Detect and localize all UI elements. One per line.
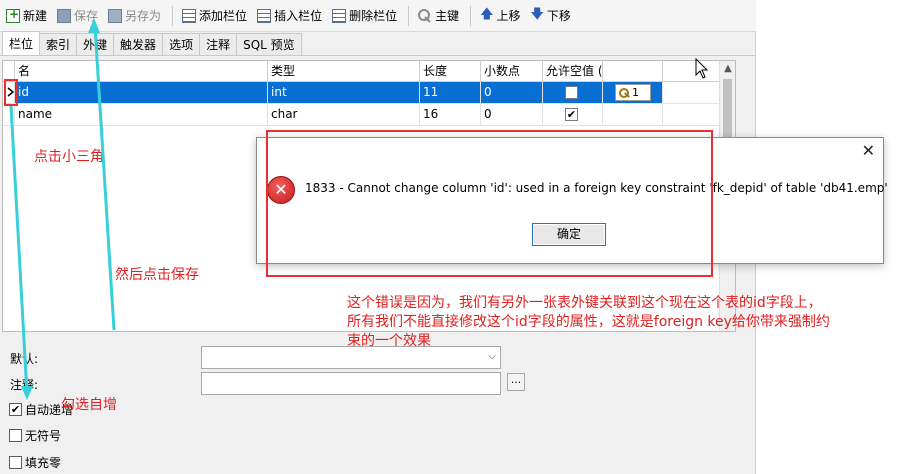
header-decimals[interactable]: 小数点 bbox=[481, 61, 543, 81]
save-button[interactable]: 保存 bbox=[53, 4, 102, 28]
toolbar-separator bbox=[470, 5, 472, 26]
move-down-button[interactable]: 🡇 下移 bbox=[527, 4, 575, 28]
comment-browse-button[interactable]: ... bbox=[507, 373, 525, 391]
annotation-explanation: 这个错误是因为，我们有另外一张表外键关联到这个现在这个表的id字段上， 所有我们… bbox=[347, 294, 905, 351]
cell-decimals[interactable]: 0 bbox=[481, 82, 543, 103]
tab-foreign-keys[interactable]: 外键 bbox=[76, 33, 115, 55]
tab-bar: 栏位 索引 外键 触发器 选项 注释 SQL 预览 bbox=[0, 31, 756, 56]
unsigned-label: 无符号 bbox=[25, 429, 62, 443]
tab-indexes[interactable]: 索引 bbox=[39, 33, 78, 55]
save-label: 保存 bbox=[74, 9, 99, 23]
primary-key-label: 主键 bbox=[435, 9, 460, 23]
allow-null-checkbox[interactable] bbox=[565, 86, 578, 99]
cell-name[interactable]: name bbox=[15, 104, 268, 125]
cell-type[interactable]: int bbox=[268, 82, 420, 103]
tab-comment[interactable]: 注释 bbox=[199, 33, 238, 55]
delete-field-button[interactable]: 删除栏位 bbox=[328, 4, 401, 28]
auto-increment-checkbox[interactable]: ✔ bbox=[9, 403, 22, 416]
cell-type[interactable]: char bbox=[268, 104, 420, 125]
annotation-note-line: 束的一个效果 bbox=[347, 333, 431, 349]
primary-key-button[interactable]: 主键 bbox=[414, 4, 463, 28]
save-as-button[interactable]: 另存为 bbox=[104, 4, 165, 28]
chevron-down-icon: ⌵ bbox=[488, 351, 496, 362]
arrow-down-icon: 🡇 bbox=[530, 6, 544, 22]
zerofill-checkbox[interactable] bbox=[9, 456, 22, 469]
header-indicator bbox=[3, 61, 15, 81]
header-name[interactable]: 名 bbox=[15, 61, 268, 81]
arrow-up-icon: 🡅 bbox=[480, 6, 494, 22]
header-type[interactable]: 类型 bbox=[268, 61, 420, 81]
move-up-button[interactable]: 🡅 上移 bbox=[476, 4, 524, 28]
insert-field-button[interactable]: 插入栏位 bbox=[253, 4, 326, 28]
cell-length[interactable]: 16 bbox=[420, 104, 481, 125]
primary-key-cell[interactable]: 1 bbox=[615, 84, 651, 101]
annotation-box-dialog bbox=[266, 130, 713, 277]
zerofill-option[interactable]: 填充零 bbox=[9, 454, 61, 471]
header-length[interactable]: 长度 bbox=[420, 61, 481, 81]
mouse-cursor-icon bbox=[695, 58, 709, 79]
toolbar-separator bbox=[408, 5, 410, 26]
header-allow-null[interactable]: 允许空值 ( bbox=[543, 61, 603, 81]
cell-allow-null[interactable]: ✔ bbox=[543, 104, 603, 125]
annotation-note-line: 这个错误是因为，我们有另外一张表外键关联到这个现在这个表的id字段上， bbox=[347, 295, 822, 311]
move-up-label: 上移 bbox=[496, 9, 521, 23]
delete-field-icon bbox=[332, 8, 347, 23]
cell-allow-null[interactable] bbox=[543, 82, 603, 103]
add-field-icon bbox=[182, 8, 197, 23]
cell-name[interactable]: id bbox=[15, 82, 268, 103]
delete-field-label: 删除栏位 bbox=[349, 9, 398, 23]
save-as-icon bbox=[108, 8, 123, 23]
tab-options[interactable]: 选项 bbox=[162, 33, 201, 55]
zerofill-label: 填充零 bbox=[25, 456, 62, 470]
toolbar: 新建 保存 另存为 添加栏位 插入栏位 删除栏位 主键 🡅 bbox=[0, 0, 756, 32]
add-field-label: 添加栏位 bbox=[199, 9, 248, 23]
comment-field[interactable] bbox=[201, 372, 501, 395]
new-button[interactable]: 新建 bbox=[2, 4, 51, 28]
default-label: 默认: bbox=[10, 352, 39, 366]
scroll-up-icon[interactable]: ▲ bbox=[720, 63, 736, 74]
new-label: 新建 bbox=[23, 9, 48, 23]
annotation-click-triangle: 点击小三角 bbox=[34, 149, 104, 165]
annotation-check-autoinc: 勾选自增 bbox=[61, 397, 117, 413]
allow-null-checkbox[interactable]: ✔ bbox=[565, 108, 578, 121]
close-icon[interactable]: ✕ bbox=[862, 141, 875, 160]
tab-triggers[interactable]: 触发器 bbox=[113, 33, 164, 55]
annotation-then-save: 然后点击保存 bbox=[115, 267, 199, 283]
table-row[interactable]: name char 16 0 ✔ bbox=[3, 104, 735, 126]
cell-key[interactable]: 1 bbox=[603, 82, 663, 103]
move-down-label: 下移 bbox=[546, 9, 571, 23]
cell-key[interactable] bbox=[603, 104, 663, 125]
save-icon bbox=[57, 8, 72, 23]
insert-field-label: 插入栏位 bbox=[274, 9, 323, 23]
cell-decimals[interactable]: 0 bbox=[481, 104, 543, 125]
table-row[interactable]: id int 11 0 1 bbox=[3, 82, 735, 104]
grid-header: 名 类型 长度 小数点 允许空值 ( bbox=[3, 61, 735, 82]
key-icon bbox=[418, 8, 432, 23]
add-field-button[interactable]: 添加栏位 bbox=[178, 4, 251, 28]
row-indicator[interactable] bbox=[3, 104, 15, 125]
tab-fields[interactable]: 栏位 bbox=[2, 31, 41, 55]
toolbar-separator bbox=[172, 5, 174, 26]
header-key[interactable] bbox=[603, 61, 663, 81]
new-icon bbox=[6, 7, 20, 23]
annotation-note-line: 所有我们不能直接修改这个id字段的属性，这就是foreign key给你带来强制… bbox=[347, 314, 830, 330]
unsigned-option[interactable]: 无符号 bbox=[9, 427, 61, 444]
tab-sql-preview[interactable]: SQL 预览 bbox=[236, 33, 302, 55]
save-as-label: 另存为 bbox=[125, 9, 162, 23]
cell-length[interactable]: 11 bbox=[420, 82, 481, 103]
comment-label: 注释: bbox=[10, 378, 39, 392]
unsigned-checkbox[interactable] bbox=[9, 429, 22, 442]
insert-field-icon bbox=[257, 8, 272, 23]
annotation-box-triangle bbox=[4, 79, 18, 106]
